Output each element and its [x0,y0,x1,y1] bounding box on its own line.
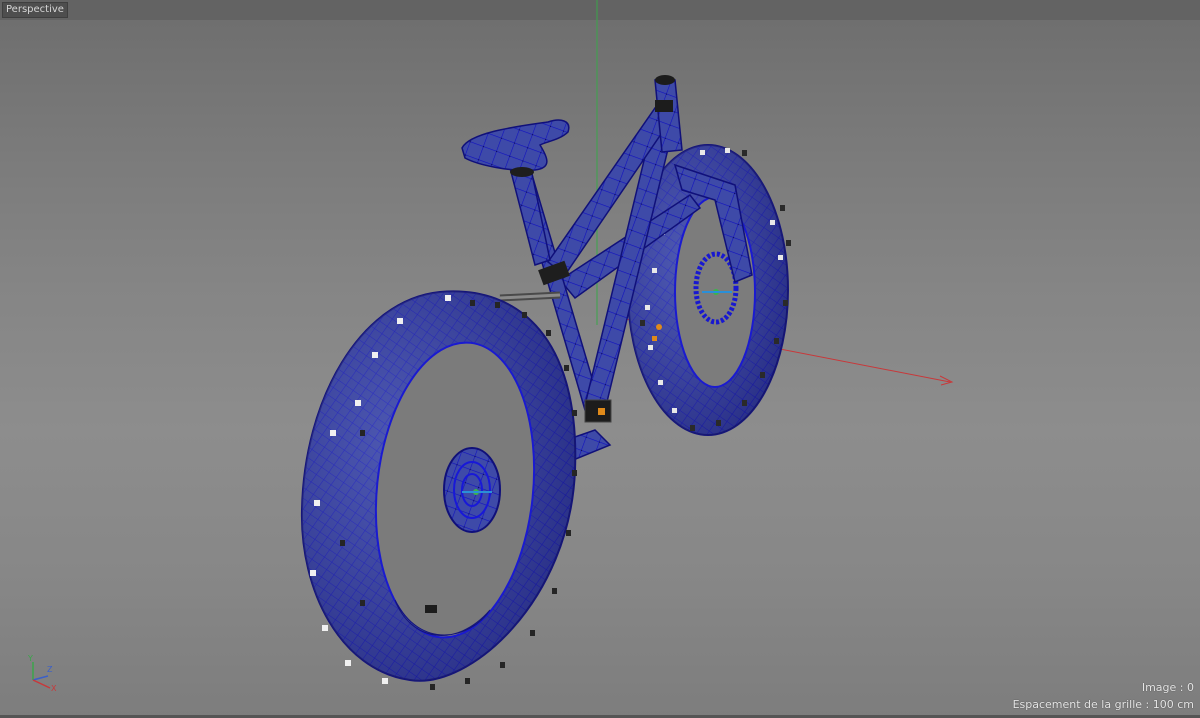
grid-spacing-indicator: Espacement de la grille : 100 cm [1012,698,1194,711]
gizmo-x-label: X [51,684,57,693]
scene-canvas[interactable]: Y Z X [0,0,1200,718]
gizmo-y-label: Y [27,654,33,663]
front-wheel[interactable] [300,290,577,690]
frame-indicator: Image : 0 [1141,681,1194,694]
gizmo-z-label: Z [47,665,53,674]
world-axis-gizmo-icon: Y Z X [27,654,57,693]
perspective-viewport[interactable]: Perspective Y Z X Image: 0 Espacement d… [0,0,1200,718]
